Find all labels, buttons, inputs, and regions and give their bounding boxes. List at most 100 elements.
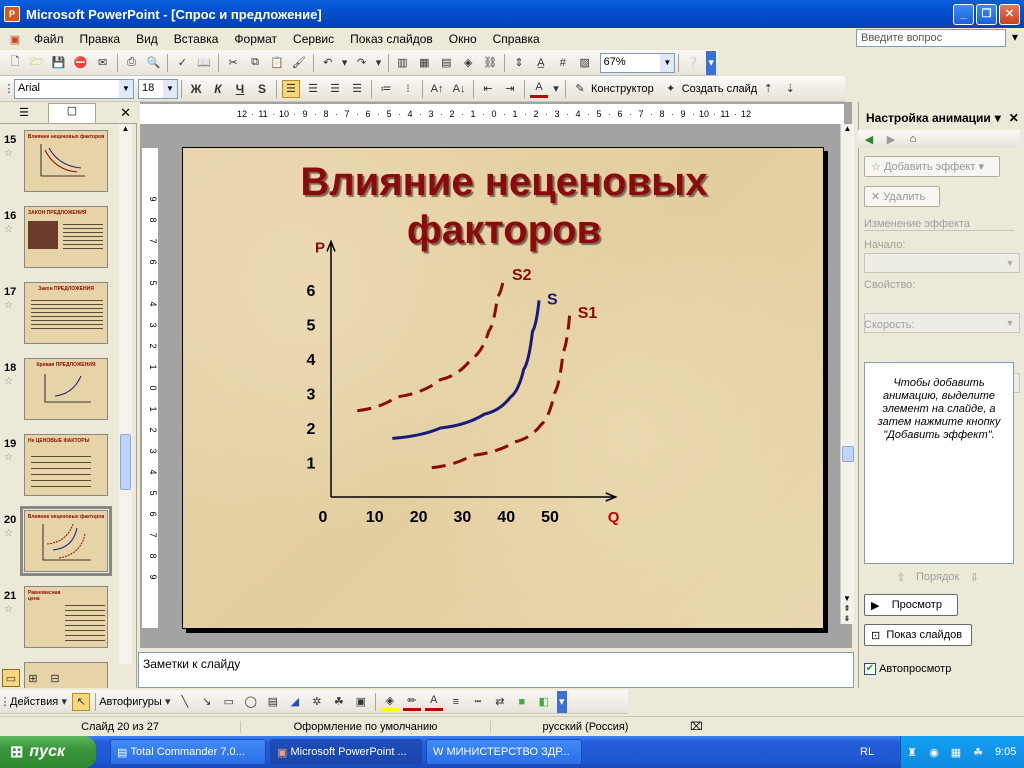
line-color-icon[interactable]: ✏ — [402, 693, 421, 711]
save-icon[interactable]: 💾 — [50, 54, 68, 72]
move-down-icon[interactable]: ⇩ — [965, 568, 983, 586]
actions-menu[interactable]: Действия — [10, 696, 58, 708]
task-pane-close-icon[interactable]: ✕ — [1009, 111, 1019, 125]
increase-font-icon[interactable]: A↑ — [428, 80, 446, 98]
menu-format[interactable]: Формат — [226, 28, 285, 50]
page-nav-icons[interactable]: ▼ ⇞ ⇟ — [841, 594, 853, 624]
preview-icon[interactable]: 🔍 — [144, 54, 162, 72]
move-up-icon[interactable]: ⇡ — [759, 80, 777, 98]
menu-window[interactable]: Окно — [441, 28, 485, 50]
new-slide-button[interactable]: Создать слайд — [682, 83, 757, 95]
zoom-select[interactable]: 67% ▼ — [599, 52, 676, 73]
menu-tools[interactable]: Сервис — [285, 28, 342, 50]
taskbar-item-word[interactable]: W МИНИСТЕРСТВО ЗДР... — [426, 739, 582, 765]
redo-icon[interactable]: ↷ — [353, 54, 371, 72]
normal-view-icon[interactable]: ▭ — [2, 669, 20, 687]
language-indicator[interactable]: RL — [860, 736, 874, 768]
menu-file[interactable]: Файл — [26, 28, 72, 50]
arrow-icon[interactable]: ↘ — [198, 693, 216, 711]
close-button[interactable]: ✕ — [999, 3, 1020, 25]
dash-style-icon[interactable]: ┅ — [469, 693, 487, 711]
insert-table-icon[interactable]: ▦ — [415, 54, 433, 72]
outline-tab[interactable]: ☰ — [0, 106, 48, 119]
bold-button[interactable]: Ж — [187, 80, 205, 98]
insert-chart-icon[interactable]: ▥ — [394, 54, 412, 72]
minimize-button[interactable]: _ — [953, 3, 974, 25]
autopreview-checkbox[interactable]: ✔ Автопросмотр — [864, 663, 951, 675]
show-formatting-icon[interactable]: A̲ — [532, 54, 550, 72]
diagram-icon[interactable]: ◈ — [459, 54, 477, 72]
align-left-icon[interactable]: ☰ — [282, 79, 300, 98]
animation-list[interactable]: Чтобы добавить анимацию, выделите элемен… — [864, 362, 1014, 564]
forward-icon[interactable]: ▶ — [882, 130, 900, 148]
tray-icon-2[interactable]: ◉ — [925, 743, 943, 761]
scroll-up-icon[interactable]: ▲ — [841, 124, 854, 138]
paste-icon[interactable]: 📋 — [268, 54, 286, 72]
supply-chart[interactable]: 1 2 3 4 5 6 0 10 20 30 40 50 P Q S2 S S1 — [183, 148, 825, 630]
font-size-select[interactable]: 18 ▼ — [138, 78, 178, 99]
add-effect-button[interactable]: ☆ Добавить эффект ▾ — [864, 156, 1000, 177]
slide[interactable]: Влияние неценовых факторов 1 2 3 4 5 6 0 10 20 30… — [182, 147, 824, 629]
permission-icon[interactable]: ⛔ — [72, 54, 90, 72]
menu-insert[interactable]: Вставка — [166, 28, 227, 50]
move-up-icon[interactable]: ⇧ — [892, 568, 910, 586]
close-document-button[interactable]: ▾ — [1008, 30, 1022, 46]
slide-thumb-18[interactable]: 18 ☆ Кривая ПРЕДЛОЖЕНИЯ — [0, 358, 118, 426]
menu-help[interactable]: Справка — [485, 28, 548, 50]
remove-button[interactable]: ✕ Удалить — [864, 186, 940, 207]
copy-icon[interactable]: ⧉ — [246, 54, 264, 72]
email-icon[interactable]: ✉ — [94, 54, 112, 72]
fill-color-icon[interactable]: ◈ — [380, 693, 399, 711]
tray-icon-1[interactable]: ♜ — [903, 743, 921, 761]
sorter-view-icon[interactable]: ⊞ — [24, 669, 42, 687]
back-icon[interactable]: ◀ — [860, 130, 878, 148]
autoshapes-menu[interactable]: Автофигуры — [99, 696, 162, 708]
help-search-input[interactable]: Введите вопрос — [856, 29, 1006, 47]
oval-icon[interactable]: ◯ — [242, 693, 260, 711]
shadow-button[interactable]: S — [253, 80, 271, 98]
cut-icon[interactable]: ✂ — [224, 54, 242, 72]
home-icon[interactable]: ⌂ — [904, 130, 922, 148]
help-icon[interactable]: ❔ — [684, 54, 702, 72]
notes-pane[interactable]: Заметки к слайду — [138, 652, 854, 688]
document-icon[interactable]: ▣ — [6, 30, 24, 48]
numbering-icon[interactable]: ≔ — [377, 80, 395, 98]
line-icon[interactable]: ╲ — [176, 693, 194, 711]
menu-view[interactable]: Вид — [128, 28, 166, 50]
align-center-icon[interactable]: ☰ — [304, 80, 322, 98]
close-pane-icon[interactable]: ✕ — [96, 105, 137, 121]
hyperlink-icon[interactable]: ⛓ — [481, 54, 499, 72]
select-pointer-icon[interactable]: ↖ — [72, 692, 91, 711]
align-right-icon[interactable]: ☰ — [326, 80, 344, 98]
increase-indent-icon[interactable]: ⇥ — [501, 80, 519, 98]
thumbnail-scrollbar[interactable]: ▲ — [119, 124, 132, 664]
wordart-icon[interactable]: ◢ — [286, 693, 304, 711]
start-button[interactable]: ⊞ пуск — [0, 736, 96, 768]
format-painter-icon[interactable]: 🖌 — [290, 54, 308, 72]
start-select[interactable]: ▼ — [864, 253, 1020, 273]
slide-thumb-17[interactable]: 17 ☆ Закон ПРЕДЛОЖЕНИЯ — [0, 282, 118, 350]
scroll-thumb[interactable] — [842, 446, 854, 462]
textbox-icon[interactable]: ▤ — [264, 693, 282, 711]
tray-icon-4[interactable]: ☘ — [969, 743, 987, 761]
expand-all-icon[interactable]: ⇕ — [510, 54, 528, 72]
research-icon[interactable]: 📖 — [195, 54, 213, 72]
slide-thumb-16[interactable]: 16 ☆ ЗАКОН ПРЕДЛОЖЕНИЯ — [0, 206, 118, 274]
new-slide-icon[interactable]: ✦ — [662, 80, 680, 98]
undo-icon[interactable]: ↶ — [319, 54, 337, 72]
grid-icon[interactable]: # — [554, 54, 572, 72]
move-down-icon[interactable]: ⇣ — [781, 80, 799, 98]
taskbar-item-totalcmd[interactable]: ▤ Total Commander 7.0... — [110, 739, 266, 765]
redo-dropdown-icon[interactable]: ▾ — [375, 54, 383, 72]
powerpoint-app-icon[interactable]: P — [4, 6, 20, 22]
open-icon[interactable]: 🗁 — [28, 54, 46, 72]
toolbar-options-icon[interactable]: ▾ — [706, 50, 717, 75]
decrease-indent-icon[interactable]: ⇤ — [479, 80, 497, 98]
font-color-icon[interactable]: A — [424, 693, 443, 711]
slide-thumb-21[interactable]: 21 ☆ Равновесная цена — [0, 586, 118, 654]
font-color-dropdown-icon[interactable]: ▾ — [552, 80, 560, 98]
undo-dropdown-icon[interactable]: ▾ — [341, 54, 349, 72]
italic-button[interactable]: К — [209, 80, 227, 98]
arrow-style-icon[interactable]: ⇄ — [491, 693, 509, 711]
shadow-style-icon[interactable]: ■ — [513, 693, 531, 711]
